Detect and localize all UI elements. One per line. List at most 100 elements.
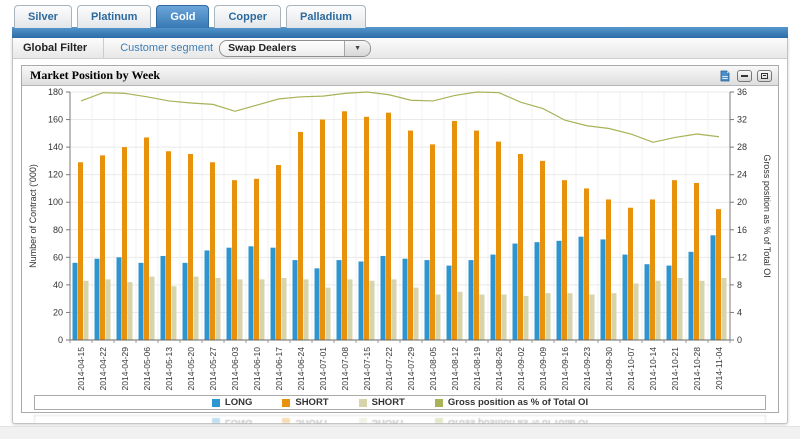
bar <box>606 199 611 340</box>
bar <box>172 286 177 340</box>
left-axis-title: Number of Contract ('000) <box>28 164 38 268</box>
bar <box>392 279 397 340</box>
left-axis-tick-label: 140 <box>48 142 63 152</box>
legend-label: SHORT <box>295 397 328 408</box>
legend-item: Gross position as % of Total OI <box>435 397 588 408</box>
legend-swatch <box>359 399 367 407</box>
legend-swatch <box>435 419 443 424</box>
bar <box>166 151 171 340</box>
left-axis-tick-label: 120 <box>48 170 63 180</box>
x-axis-label: 2014-11-04 <box>714 347 724 390</box>
x-axis-label: 2014-07-15 <box>362 347 372 391</box>
bar <box>546 293 551 340</box>
bar <box>320 120 325 340</box>
bar <box>128 282 133 340</box>
bar <box>502 295 507 340</box>
right-axis-tick-label: 24 <box>737 170 747 180</box>
legend-item: SHORT <box>359 417 405 423</box>
bar <box>524 296 529 340</box>
panel-title: Market Position by Week <box>22 68 718 83</box>
bar <box>568 293 573 340</box>
bar <box>260 279 265 340</box>
bar <box>562 180 567 340</box>
x-axis-label: 2014-08-19 <box>472 347 482 391</box>
dropdown-selected-value: Swap Dealers <box>220 42 344 54</box>
bar <box>689 252 694 340</box>
bar <box>254 179 259 340</box>
right-axis-tick-label: 0 <box>737 335 742 345</box>
print-icon[interactable] <box>718 69 732 82</box>
bar <box>403 259 408 340</box>
bar <box>584 188 589 340</box>
tab-bar: SilverPlatinumGoldCopperPalladium <box>14 4 366 28</box>
x-axis-label: 2014-10-28 <box>692 347 702 391</box>
left-axis-tick-label: 180 <box>48 87 63 97</box>
bar <box>326 288 331 340</box>
global-filter-bar: Global Filter Customer segment Swap Deal… <box>13 38 787 59</box>
bar <box>304 279 309 340</box>
tab-copper[interactable]: Copper <box>214 5 281 28</box>
customer-segment-label: Customer segment <box>120 42 213 54</box>
bar <box>672 180 677 340</box>
bar <box>711 235 716 340</box>
left-axis-tick-label: 80 <box>53 225 63 235</box>
page-bottom-strip <box>0 426 800 439</box>
x-axis-label: 2014-05-13 <box>164 347 174 391</box>
legend-swatch <box>282 399 290 407</box>
x-axis-label: 2014-07-22 <box>384 347 394 391</box>
x-axis-label: 2014-06-17 <box>274 347 284 391</box>
tab-platinum[interactable]: Platinum <box>77 5 151 28</box>
legend-label: Gross position as % of Total OI <box>448 417 588 423</box>
bar <box>117 257 122 340</box>
right-axis-tick-label: 32 <box>737 115 747 125</box>
bar <box>337 260 342 340</box>
minimize-icon[interactable] <box>737 70 752 82</box>
x-axis-label: 2014-06-24 <box>296 347 306 391</box>
x-axis-label: 2014-09-23 <box>582 347 592 391</box>
x-axis-label: 2014-09-30 <box>604 347 614 391</box>
maximize-icon[interactable] <box>757 70 772 82</box>
x-axis-label: 2014-05-20 <box>186 347 196 391</box>
bar <box>491 255 496 340</box>
x-axis-label: 2014-08-05 <box>428 347 438 391</box>
legend-item: Gross position as % of Total OI <box>435 417 588 423</box>
tab-silver[interactable]: Silver <box>14 5 72 28</box>
bar <box>282 278 287 340</box>
tab-gold[interactable]: Gold <box>156 5 209 28</box>
bar <box>205 250 210 340</box>
bar <box>249 246 254 340</box>
x-axis-label: 2014-04-22 <box>98 347 108 391</box>
bar <box>139 263 144 340</box>
bar <box>122 147 127 340</box>
x-axis-label: 2014-06-10 <box>252 347 262 391</box>
x-axis-label: 2014-07-29 <box>406 347 416 391</box>
bar <box>425 260 430 340</box>
bar <box>452 121 457 340</box>
bar <box>700 281 705 340</box>
chart-panel: Market Position by Week 0204060801001201… <box>21 65 779 413</box>
x-axis-label: 2014-10-14 <box>648 347 658 391</box>
legend-item: LONG <box>212 397 252 408</box>
bar <box>227 248 232 340</box>
market-position-chart: 0204060801001201401601800481216202428323… <box>22 86 778 394</box>
bar <box>238 279 243 340</box>
x-axis-label: 2014-07-01 <box>318 347 328 391</box>
panel-header-buttons <box>718 69 778 82</box>
customer-segment-dropdown[interactable]: Swap Dealers ▼ <box>219 40 371 57</box>
tab-palladium[interactable]: Palladium <box>286 5 366 28</box>
left-axis-tick-label: 100 <box>48 197 63 207</box>
legend-label: SHORT <box>372 397 405 408</box>
bar <box>84 281 89 340</box>
x-axis-label: 2014-08-12 <box>450 347 460 391</box>
legend-label: LONG <box>225 397 252 408</box>
bar <box>183 263 188 340</box>
bar <box>518 154 523 340</box>
chevron-down-icon[interactable]: ▼ <box>344 41 370 56</box>
chart-legend: LONGSHORTSHORTGross position as % of Tot… <box>34 415 766 423</box>
bar <box>458 292 463 340</box>
x-axis-label: 2014-05-06 <box>142 347 152 391</box>
global-filter-label: Global Filter <box>13 38 104 58</box>
legend-swatch <box>435 399 443 407</box>
bar <box>678 278 683 340</box>
bar <box>469 260 474 340</box>
